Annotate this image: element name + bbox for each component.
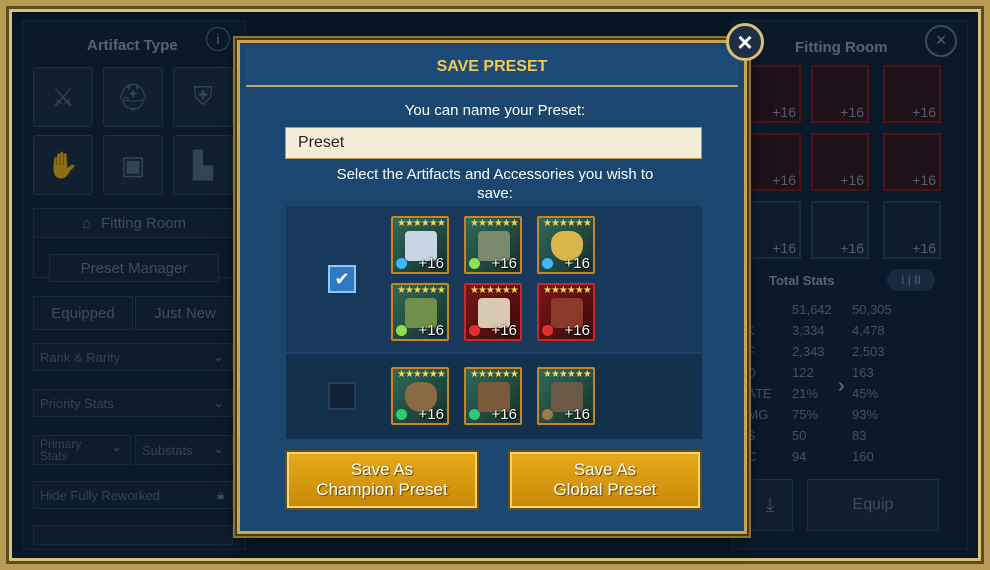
amulet-artifact-tile[interactable]: ★★★★★★ +16: [464, 367, 522, 425]
rank-stars: ★★★★★★: [543, 369, 592, 380]
weapon-artifact-tile[interactable]: ★★★★★★ +16: [391, 216, 449, 274]
save-global-preset-button[interactable]: Save As Global Preset: [510, 452, 700, 508]
set-icon: [469, 325, 480, 336]
level-label: +16: [491, 406, 517, 423]
set-icon: [396, 409, 407, 420]
name-prompt: You can name your Preset:: [404, 102, 586, 119]
rank-stars: ★★★★★★: [470, 285, 519, 296]
level-label: +16: [418, 406, 444, 423]
global-button-line2: Global Preset: [553, 480, 657, 499]
champion-button-line1: Save As: [350, 460, 414, 479]
close-icon[interactable]: ×: [726, 23, 764, 61]
helmet-artifact-tile[interactable]: ★★★★★★ +16: [464, 216, 522, 274]
save-champion-preset-button[interactable]: Save As Champion Preset: [287, 452, 477, 508]
rank-stars: ★★★★★★: [397, 369, 446, 380]
ring-artifact-tile[interactable]: ★★★★★★ +16: [391, 367, 449, 425]
rank-stars: ★★★★★★: [470, 369, 519, 380]
dialog-title: SAVE PRESET: [436, 58, 548, 75]
set-icon: [542, 409, 553, 420]
level-label: +16: [564, 255, 590, 272]
boots-artifact-tile[interactable]: ★★★★★★ +16: [537, 283, 595, 341]
level-label: +16: [491, 322, 517, 339]
rank-stars: ★★★★★★: [397, 218, 446, 229]
shield-artifact-tile[interactable]: ★★★★★★ +16: [537, 216, 595, 274]
level-label: +16: [564, 406, 590, 423]
accessories-checkbox[interactable]: [328, 382, 356, 410]
rank-stars: ★★★★★★: [470, 218, 519, 229]
chest-artifact-tile[interactable]: ★★★★★★ +16: [464, 283, 522, 341]
dialog-header: SAVE PRESET: [246, 49, 738, 87]
set-icon: [542, 325, 553, 336]
check-icon: ✔: [334, 268, 350, 289]
set-icon: [396, 325, 407, 336]
level-label: +16: [564, 322, 590, 339]
rank-stars: ★★★★★★: [397, 285, 446, 296]
global-button-line1: Save As: [573, 460, 637, 479]
select-prompt: Select the Artifacts and Accessories you…: [336, 166, 654, 202]
rank-stars: ★★★★★★: [543, 218, 592, 229]
banner-artifact-tile[interactable]: ★★★★★★ +16: [537, 367, 595, 425]
set-icon: [542, 258, 553, 269]
artifacts-checkbox[interactable]: ✔: [328, 265, 356, 293]
gloves-artifact-tile[interactable]: ★★★★★★ +16: [391, 283, 449, 341]
champion-button-line2: Champion Preset: [316, 480, 448, 499]
set-icon: [469, 409, 480, 420]
set-icon: [469, 258, 480, 269]
level-label: +16: [418, 322, 444, 339]
level-label: +16: [491, 255, 517, 272]
set-icon: [396, 258, 407, 269]
preset-name-input[interactable]: Preset: [285, 127, 702, 159]
rank-stars: ★★★★★★: [543, 285, 592, 296]
level-label: +16: [418, 255, 444, 272]
